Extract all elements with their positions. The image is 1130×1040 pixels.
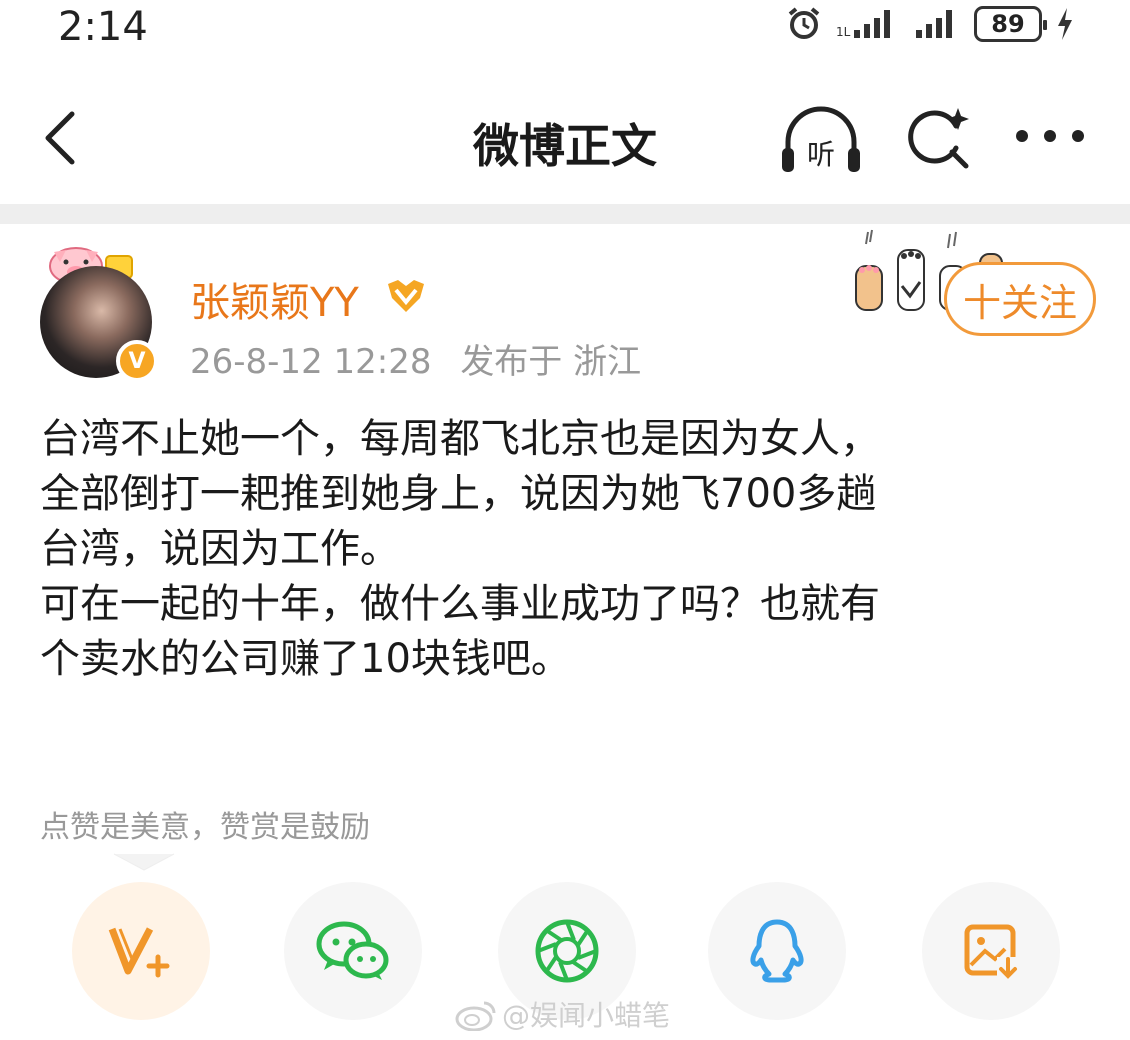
- moments-shutter-icon: [535, 919, 599, 983]
- follow-button[interactable]: 十关注: [944, 262, 1096, 336]
- post-line: 全部倒打一耙推到她身上，说因为她飞700多趟: [40, 471, 877, 517]
- svg-text:1L: 1L: [836, 25, 851, 39]
- section-divider: [0, 204, 1130, 224]
- signal-icon-2: [916, 10, 952, 38]
- battery-indicator: 89: [974, 6, 1047, 42]
- reward-tip: 点赞是美意，赞赏是鼓励: [40, 810, 370, 845]
- wechat-icon: [316, 921, 389, 980]
- save-image-icon: [964, 924, 1019, 979]
- weibo-logo-icon: [455, 1001, 496, 1031]
- more-icon[interactable]: [1016, 130, 1084, 144]
- post-timestamp: 26-8-12 12:28: [190, 342, 432, 382]
- v-plus-button[interactable]: [72, 882, 210, 1020]
- status-time: 2:14: [58, 4, 148, 50]
- status-icons: 1L 89: [786, 6, 1074, 42]
- signal-icon-1: 1L: [836, 10, 890, 39]
- listen-label: 听: [807, 138, 835, 171]
- post-line: 台湾，说因为工作。: [40, 526, 400, 572]
- charging-icon: [1058, 8, 1072, 40]
- status-bar: 2:14 1L 89: [0, 0, 1130, 60]
- v-plus-icon: [108, 927, 170, 978]
- post-line: 可在一起的十年，做什么事业成功了吗？也就有: [40, 581, 880, 627]
- search-icon[interactable]: [904, 104, 974, 174]
- qq-penguin-icon: [750, 919, 804, 983]
- listen-headphones-icon[interactable]: 听: [778, 102, 864, 182]
- vip-badge-icon: [388, 280, 424, 312]
- share-wechat-button[interactable]: [284, 882, 422, 1020]
- save-image-button[interactable]: [922, 882, 1060, 1020]
- tip-pointer: [113, 853, 175, 871]
- alarm-icon: [788, 7, 820, 39]
- username[interactable]: 张颖颖YY: [190, 270, 359, 328]
- post-meta: 26-8-12 12:28 发布于 浙江: [190, 334, 659, 383]
- post-line: 个卖水的公司赚了10块钱吧。: [40, 636, 571, 682]
- nav-bar: 微博正文 听: [0, 80, 1130, 200]
- post-content: 台湾不止她一个，每周都飞北京也是因为女人， 全部倒打一耙推到她身上，说因为她飞7…: [40, 412, 1100, 687]
- share-qq-button[interactable]: [708, 882, 846, 1020]
- post-location: 发布于 浙江: [460, 342, 642, 382]
- post-line: 台湾不止她一个，每周都飞北京也是因为女人，: [40, 416, 880, 462]
- watermark: @娱闻小蜡笔: [454, 994, 670, 1034]
- watermark-text: @娱闻小蜡笔: [502, 999, 671, 1032]
- verified-badge-icon: V: [116, 340, 158, 382]
